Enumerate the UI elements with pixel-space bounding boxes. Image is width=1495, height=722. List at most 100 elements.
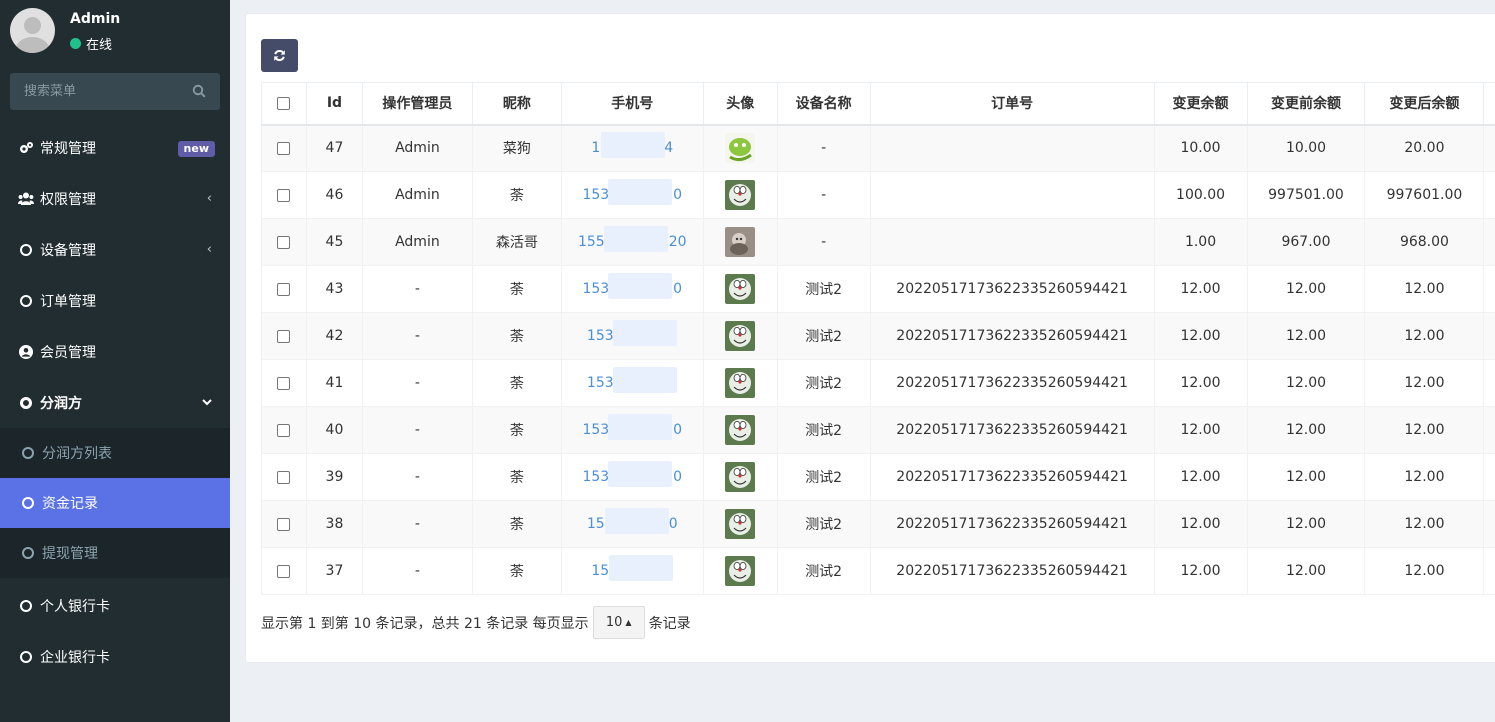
phone-link[interactable]: 14 xyxy=(591,132,673,159)
phone-link[interactable]: 153 xyxy=(587,367,678,393)
cell-order[interactable]: 20220517173622335260594421 xyxy=(869,359,1155,407)
cell-id: 43 xyxy=(305,265,363,313)
cell-device: 测试2 xyxy=(776,312,871,360)
menu-item-company-card[interactable]: 企业银行卡 xyxy=(0,631,230,682)
phone-link[interactable]: 153 0 xyxy=(582,461,682,487)
avatar-doraemon-icon[interactable] xyxy=(725,274,756,304)
column-header[interactable]: 设备名称 xyxy=(776,82,871,126)
cell-order[interactable] xyxy=(869,218,1155,266)
table-row[interactable]: 38- 荼 15 0 测试2 20220517173622335260594421 12.0… xyxy=(261,500,1495,548)
cell-order[interactable]: 20220517173622335260594421 xyxy=(869,406,1155,454)
cell-order[interactable] xyxy=(869,124,1155,172)
column-header[interactable]: 操作管理员 xyxy=(361,82,473,126)
cogs-icon xyxy=(18,140,34,156)
column-header[interactable]: 订单号 xyxy=(869,82,1155,126)
cell-nickname[interactable]: 森活哥 xyxy=(471,218,562,266)
row-checkbox[interactable] xyxy=(277,235,291,249)
phone-link[interactable]: 153 0 xyxy=(582,414,682,440)
table-row[interactable]: 43- 荼 153 0 测试2 20220517173622335260594421 12.… xyxy=(261,265,1495,313)
phone-link[interactable]: 153 0 xyxy=(582,273,682,299)
row-checkbox[interactable] xyxy=(277,141,291,155)
row-checkbox[interactable] xyxy=(277,376,291,390)
search-icon[interactable] xyxy=(192,84,206,98)
avatar-doraemon-icon[interactable] xyxy=(725,462,756,492)
menu-item-profit-share[interactable]: 分润方 xyxy=(0,377,230,428)
row-checkbox[interactable] xyxy=(277,282,291,296)
menu-item-permission[interactable]: 权限管理 ‹ xyxy=(0,173,230,224)
select-all-checkbox[interactable] xyxy=(277,96,291,110)
row-checkbox[interactable] xyxy=(277,188,291,202)
cell-after: 12.00 xyxy=(1364,312,1485,360)
phone-start: 153 xyxy=(582,281,610,297)
table-row[interactable]: 39- 荼 153 0 测试2 20220517173622335260594421 12.… xyxy=(261,453,1495,501)
avatar-doraemon-icon[interactable] xyxy=(725,321,756,351)
row-checkbox[interactable] xyxy=(277,470,291,484)
menu-item-order[interactable]: 订单管理 xyxy=(0,275,230,326)
avatar-doraemon-icon[interactable] xyxy=(725,368,756,398)
cell-device: - xyxy=(776,171,871,219)
table-row[interactable]: 41- 荼 153 测试2 20220517173622335260594421 12.0… xyxy=(261,359,1495,407)
table-row[interactable]: 37- 荼 15 测试2 20220517173622335260594421 12.00… xyxy=(261,547,1495,595)
row-checkbox[interactable] xyxy=(277,423,291,437)
avatar-doraemon-icon[interactable] xyxy=(725,180,756,210)
refresh-button[interactable] xyxy=(261,39,298,72)
menu-item-device[interactable]: 设备管理 ‹ xyxy=(0,224,230,275)
column-header[interactable]: 变更后余额 xyxy=(1364,82,1485,126)
sub-item-withdraw[interactable]: 提现管理 xyxy=(0,528,230,578)
menu-item-label: 权限管理 xyxy=(40,191,96,208)
row-checkbox[interactable] xyxy=(277,329,291,343)
user-avatar[interactable] xyxy=(10,8,55,53)
avatar-doraemon-icon[interactable] xyxy=(725,509,756,539)
column-header[interactable]: 手机号 xyxy=(560,82,704,126)
table-row[interactable]: 46 Admin 荼 153 0-100.00 997501.00 997601.00 xyxy=(261,171,1495,219)
menu-item-member[interactable]: 会员管理 xyxy=(0,326,230,377)
circle-icon xyxy=(18,242,34,258)
cell-order[interactable]: 20220517173622335260594421 xyxy=(869,265,1155,313)
cell-nickname[interactable]: 荼 xyxy=(471,359,562,407)
phone-link[interactable]: 153 xyxy=(587,320,678,346)
cell-order[interactable]: 20220517173622335260594421 xyxy=(869,312,1155,360)
circle-icon xyxy=(18,598,34,614)
cell-nickname[interactable]: 荼 xyxy=(471,500,562,548)
column-header[interactable]: 变更前余额 xyxy=(1246,82,1366,126)
column-header[interactable]: 头像 xyxy=(702,82,778,126)
cell-nickname[interactable]: 荼 xyxy=(471,312,562,360)
phone-link[interactable]: 153 0 xyxy=(582,179,682,205)
column-header[interactable]: Id xyxy=(305,82,363,126)
phone-link[interactable]: 15 xyxy=(591,555,674,581)
sub-item-profit-list[interactable]: 分润方列表 xyxy=(0,428,230,478)
row-checkbox[interactable] xyxy=(277,564,291,578)
column-header[interactable]: 变更余额 xyxy=(1153,82,1248,126)
cell-order[interactable]: 20220517173622335260594421 xyxy=(869,547,1155,595)
page-size-dropdown[interactable]: 10 ▲ xyxy=(592,606,645,639)
phone-link[interactable]: 15 0 xyxy=(587,508,678,534)
column-header[interactable]: 昵称 xyxy=(471,82,562,126)
cell-nickname[interactable]: 荼 xyxy=(471,171,562,219)
cell-order[interactable] xyxy=(869,171,1155,219)
row-checkbox[interactable] xyxy=(277,517,291,531)
table-row[interactable]: 47 Admin 菜狗 1 4-10.00 10.00 20.00 xyxy=(261,124,1495,172)
page-size-value: 10 xyxy=(605,615,623,630)
menu-search-input[interactable] xyxy=(10,73,190,110)
avatar-green-icon[interactable] xyxy=(725,133,756,164)
cell-change: 12.00 xyxy=(1153,312,1248,360)
menu-item-personal-card[interactable]: 个人银行卡 xyxy=(0,580,230,631)
avatar-monkey-icon[interactable] xyxy=(725,227,756,257)
cell-after: 12.00 xyxy=(1364,406,1485,454)
cell-nickname[interactable]: 菜狗 xyxy=(471,124,562,172)
cell-order[interactable]: 20220517173622335260594421 xyxy=(869,500,1155,548)
cell-nickname[interactable]: 荼 xyxy=(471,265,562,313)
cell-nickname[interactable]: 荼 xyxy=(471,547,562,595)
avatar-doraemon-icon[interactable] xyxy=(725,415,756,445)
table-row[interactable]: 45 Admin 森活哥 155 20 - 1.00 967.00 968.00 xyxy=(261,218,1495,266)
table-row[interactable]: 40- 荼 153 0 测试2 20220517173622335260594421 12.… xyxy=(261,406,1495,454)
sub-item-fund-records[interactable]: 资金记录 xyxy=(0,478,230,528)
avatar-doraemon-icon[interactable] xyxy=(725,556,756,586)
menu-item-general[interactable]: 常规管理 new xyxy=(0,122,230,173)
cell-order[interactable]: 20220517173622335260594421 xyxy=(869,453,1155,501)
pagination-info: 显示第 1 到第 10 条记录，总共 21 条记录 每页显示 10 ▲ 条记录 xyxy=(261,606,691,639)
cell-nickname[interactable]: 荼 xyxy=(471,406,562,454)
phone-link[interactable]: 155 20 xyxy=(578,226,687,252)
cell-nickname[interactable]: 荼 xyxy=(471,453,562,501)
table-row[interactable]: 42- 荼 153 测试2 20220517173622335260594421 12.0… xyxy=(261,312,1495,360)
